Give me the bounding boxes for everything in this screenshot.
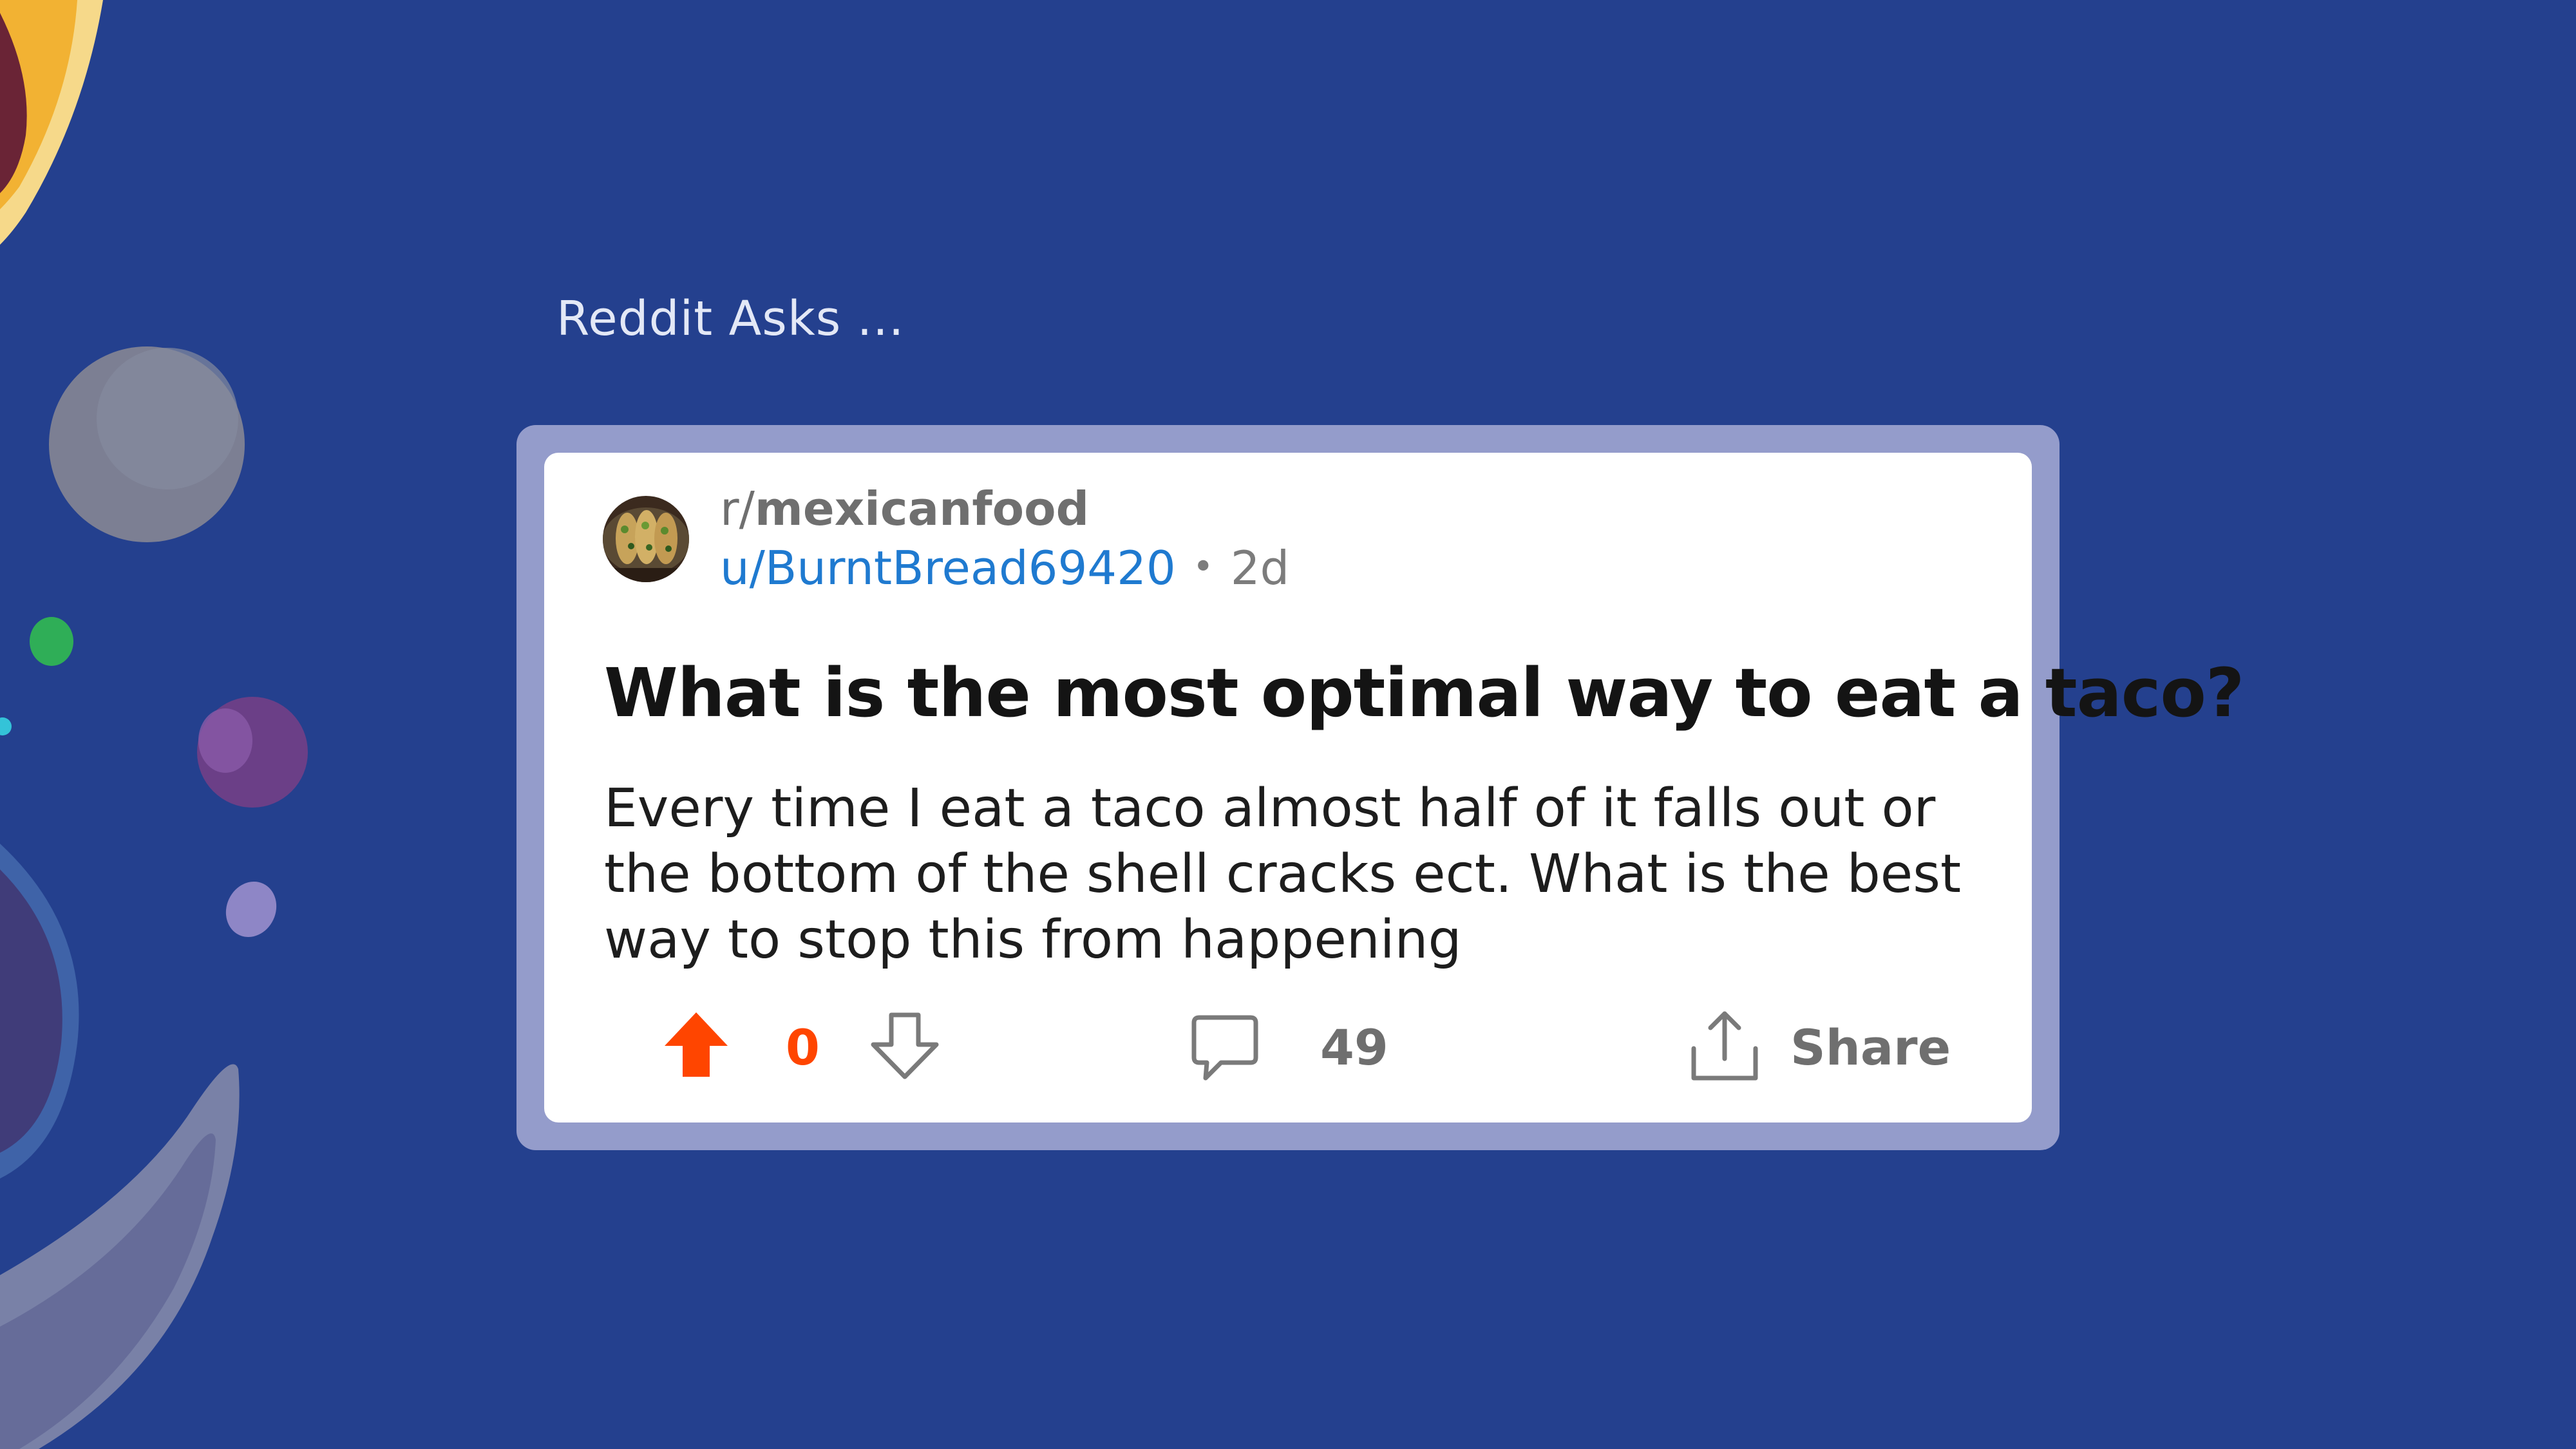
decor-grey-sphere-highlight — [97, 348, 238, 489]
share-upload-icon[interactable] — [1686, 1009, 1763, 1086]
subreddit-avatar[interactable] — [603, 496, 689, 582]
comment-count[interactable]: 49 — [1320, 1019, 1388, 1076]
decor-lavender-oval — [225, 882, 277, 937]
page-background: Reddit Asks ... r/mexicanfood u/BurntBre… — [0, 0, 2576, 1449]
subreddit-name[interactable]: r/mexicanfood — [720, 482, 1089, 536]
post-meta: u/BurntBread69420 • 2d — [720, 541, 1289, 595]
decorative-illustration — [0, 0, 308, 1449]
downvote-arrow-icon[interactable] — [869, 1010, 940, 1081]
subreddit-title: mexicanfood — [754, 482, 1090, 536]
decor-green-dot — [30, 617, 73, 666]
post-body: Every time I eat a taco almost half of i… — [604, 778, 1962, 971]
comment-bubble-icon[interactable] — [1188, 1011, 1262, 1086]
taco-avatar-image — [603, 496, 689, 582]
post-title[interactable]: What is the most optimal way to eat a ta… — [604, 654, 2244, 732]
share-button[interactable]: Share — [1790, 1019, 1951, 1076]
meta-separator: • — [1192, 546, 1214, 588]
decor-purple-sphere-highlight — [198, 708, 252, 773]
upvote-arrow-icon[interactable] — [661, 1010, 732, 1081]
vote-score: 0 — [786, 1019, 820, 1076]
author-link[interactable]: u/BurntBread69420 — [720, 541, 1176, 595]
subreddit-prefix: r/ — [720, 482, 755, 536]
section-kicker: Reddit Asks ... — [556, 291, 905, 346]
post-age: 2d — [1230, 541, 1290, 595]
decor-cyan-dot — [0, 717, 12, 735]
